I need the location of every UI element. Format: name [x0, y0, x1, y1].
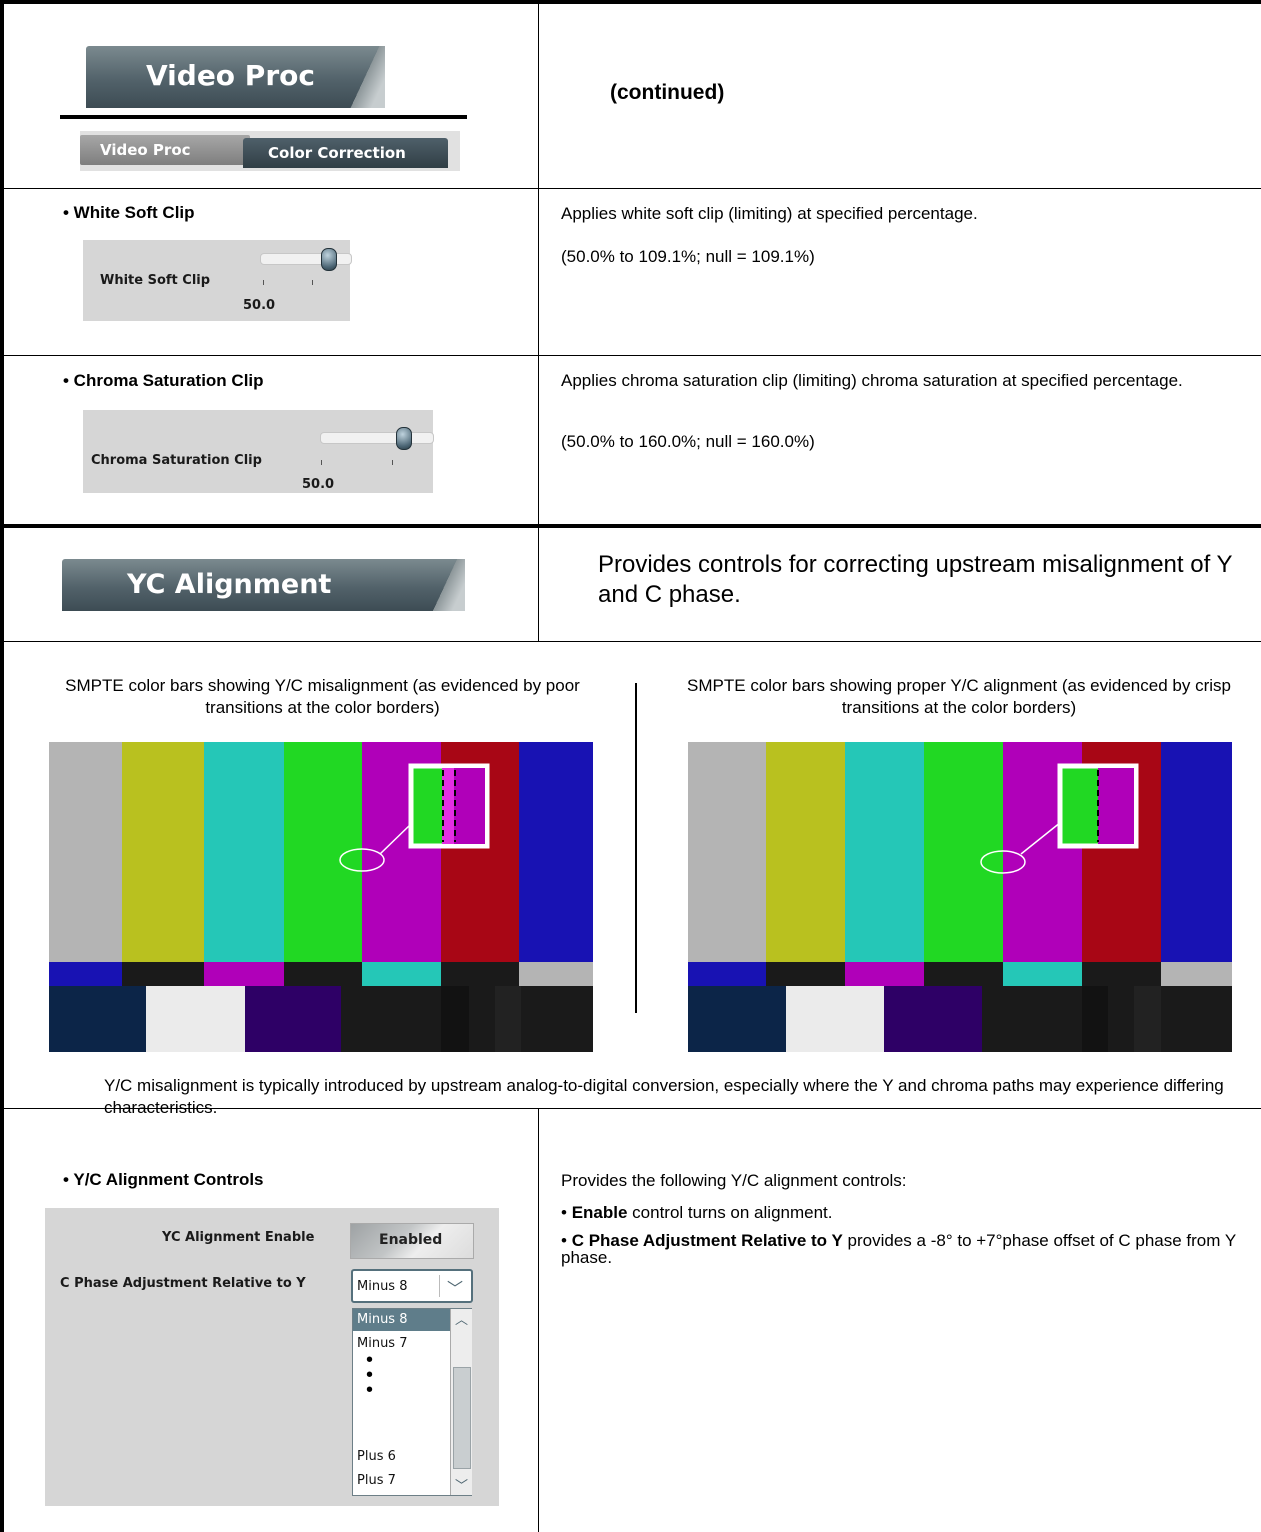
bullet-phase-bold: C Phase Adjustment Relative to Y — [571, 1231, 843, 1250]
white-soft-clip-range: (50.0% to 109.1%; null = 109.1%) — [561, 247, 815, 266]
scroll-down-icon[interactable]: ﹀ — [455, 1475, 468, 1494]
image-divider — [635, 683, 637, 1013]
yc-controls-panel: YC Alignment Enable Enabled C Phase Adju… — [45, 1208, 499, 1506]
scroll-thumb[interactable] — [453, 1367, 471, 1469]
row-divider — [0, 524, 1261, 528]
chroma-clip-value: 50.0 — [302, 477, 335, 492]
yc-controls-intro: Provides the following Y/C alignment con… — [561, 1171, 907, 1190]
magnifier-callout — [339, 763, 490, 872]
white-soft-clip-track[interactable] — [260, 253, 352, 265]
white-soft-clip-heading: • White Soft Clip — [63, 203, 195, 222]
row-divider — [0, 188, 1261, 189]
color-bars-aligned — [688, 742, 1232, 1052]
chroma-clip-panel: Chroma Saturation Clip 50.0 — [83, 410, 434, 493]
tick-mark — [263, 280, 264, 285]
white-soft-clip-knob[interactable] — [321, 248, 337, 271]
divider — [439, 1275, 440, 1297]
yc-enable-value: Enabled — [379, 1232, 443, 1248]
column-divider — [538, 1108, 539, 1532]
row-divider — [0, 355, 1261, 356]
color-bars-misaligned — [49, 742, 593, 1052]
column-divider — [538, 0, 539, 641]
bullet-dot: • — [561, 1203, 572, 1222]
chroma-clip-knob[interactable] — [396, 427, 412, 450]
magnifier-callout — [980, 763, 1139, 874]
table-left-border — [0, 0, 4, 1532]
subtab-strip: Video Proc Color Correction — [80, 131, 460, 171]
yc-enable-button[interactable]: Enabled — [350, 1223, 474, 1259]
bullet-enable-text: control turns on alignment. — [627, 1203, 833, 1222]
caption-aligned: SMPTE color bars showing proper Y/C alig… — [687, 676, 1231, 717]
list-item[interactable]: Plus 7 — [357, 1473, 396, 1488]
tick-mark — [312, 280, 313, 285]
tick-mark — [392, 460, 393, 465]
tab-underline — [60, 115, 467, 119]
yc-alignment-tab: YC Alignment — [62, 559, 465, 611]
tab-video-proc-label: Video Proc — [100, 141, 191, 159]
list-item[interactable]: Minus 8 — [357, 1312, 407, 1327]
scrollbar[interactable]: ︿ ﹀ — [450, 1309, 472, 1495]
bullet-phase: • C Phase Adjustment Relative to Y provi… — [561, 1232, 1251, 1266]
phase-label: C Phase Adjustment Relative to Y — [60, 1276, 306, 1291]
phase-select-value: Minus 8 — [357, 1279, 408, 1294]
list-item[interactable]: Plus 6 — [357, 1449, 396, 1464]
tab-color-correction-label: Color Correction — [268, 144, 406, 162]
chroma-clip-range: (50.0% to 160.0%; null = 160.0%) — [561, 432, 815, 451]
chroma-clip-track[interactable] — [320, 432, 434, 444]
continued-label: (continued) — [610, 81, 725, 104]
caption-misaligned: SMPTE color bars showing Y/C misalignmen… — [65, 676, 580, 717]
list-item[interactable]: Minus 7 — [357, 1336, 407, 1351]
video-proc-tab-label: Video Proc — [146, 59, 315, 92]
white-soft-clip-value: 50.0 — [243, 298, 276, 313]
yc-controls-heading: • Y/C Alignment Controls — [63, 1170, 264, 1189]
bullet-enable: • Enable control turns on alignment. — [561, 1203, 833, 1223]
white-soft-clip-desc: Applies white soft clip (limiting) at sp… — [561, 204, 978, 223]
phase-select[interactable]: Minus 8 ﹀ — [351, 1269, 473, 1303]
white-soft-clip-label: White Soft Clip — [100, 273, 211, 288]
yc-enable-label: YC Alignment Enable — [162, 1230, 315, 1245]
video-proc-tab: Video Proc — [86, 46, 385, 108]
bullet-enable-bold: Enable — [571, 1203, 628, 1222]
ellipsis-dots: • • • — [366, 1349, 374, 1401]
tick-mark — [321, 460, 322, 465]
yc-misalignment-note: Y/C misalignment is typically introduced… — [104, 1076, 1224, 1117]
tab-video-proc[interactable]: Video Proc — [80, 135, 250, 165]
row-divider — [0, 641, 1261, 642]
table-top-border — [0, 0, 1261, 4]
tab-color-correction[interactable]: Color Correction — [243, 138, 448, 168]
chevron-down-icon[interactable]: ﹀ — [447, 1275, 463, 1299]
yc-alignment-tab-label: YC Alignment — [127, 569, 332, 600]
chroma-clip-desc: Applies chroma saturation clip (limiting… — [561, 371, 1183, 390]
white-soft-clip-panel: White Soft Clip 50.0 — [83, 240, 352, 321]
phase-options-list: Minus 8 Minus 7 • • • Plus 6 Plus 7 ︿ ﹀ — [352, 1308, 472, 1496]
chroma-clip-heading: • Chroma Saturation Clip — [63, 371, 264, 390]
yc-alignment-desc: Provides controls for correcting upstrea… — [598, 551, 1233, 608]
chroma-clip-label: Chroma Saturation Clip — [91, 453, 262, 468]
scroll-up-icon[interactable]: ︿ — [455, 1309, 468, 1328]
